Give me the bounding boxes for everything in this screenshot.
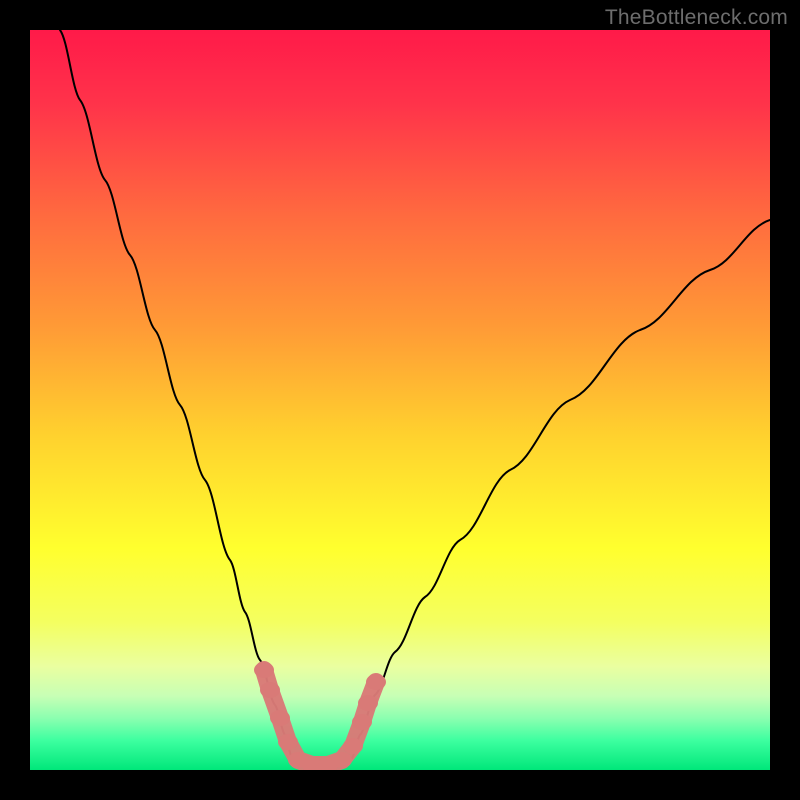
marker-point	[254, 662, 274, 678]
plot-area	[30, 30, 770, 770]
series-left-branch	[60, 30, 292, 758]
series-right-branch	[352, 220, 770, 758]
chart-frame: TheBottleneck.com	[0, 0, 800, 800]
marker-point	[352, 714, 372, 730]
watermark-text: TheBottleneck.com	[605, 6, 788, 30]
marker-point	[332, 752, 352, 768]
marker-point	[270, 710, 290, 726]
marker-point	[278, 734, 298, 750]
marker-point	[260, 682, 280, 698]
marker-point	[343, 738, 363, 754]
marker-point	[366, 674, 386, 690]
curves-layer	[30, 30, 770, 770]
marker-point	[358, 695, 378, 711]
